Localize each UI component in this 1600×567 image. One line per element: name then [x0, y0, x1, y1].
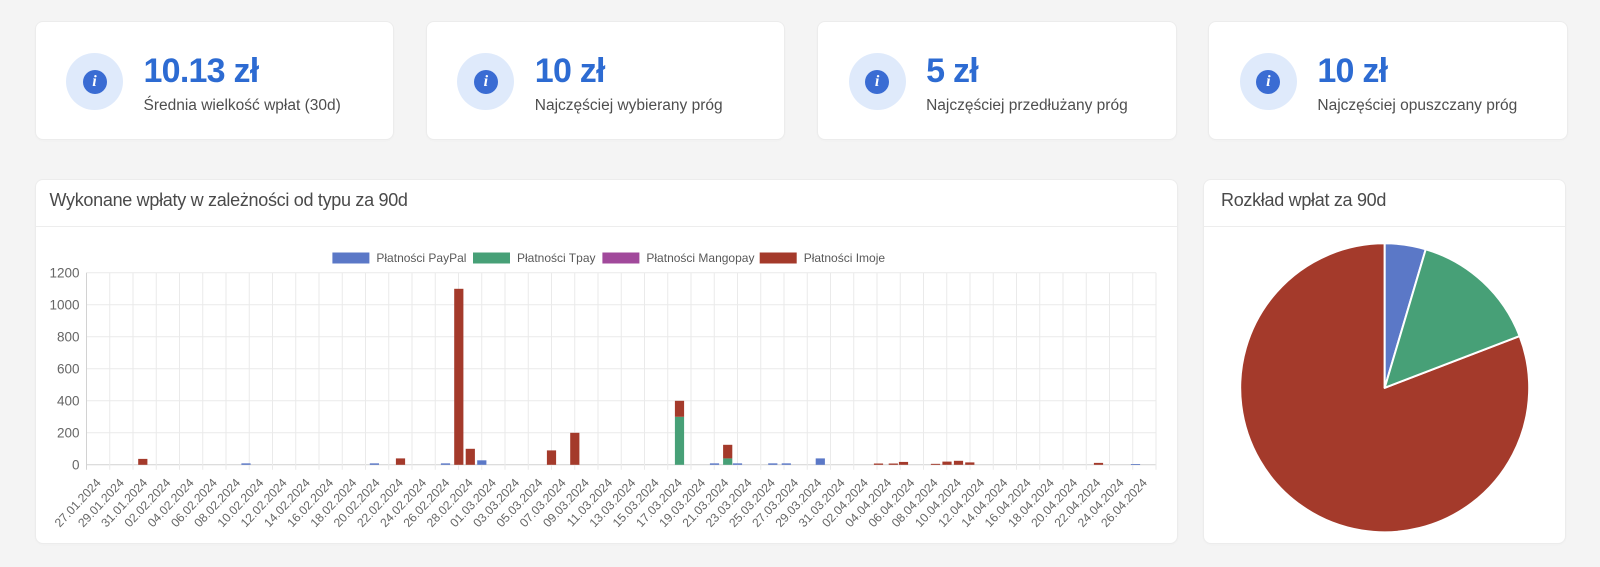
svg-text:Płatności PayPal: Płatności PayPal [376, 251, 466, 265]
svg-text:Płatności Imoje: Płatności Imoje [803, 251, 885, 265]
svg-text:Płatności Mangopay: Płatności Mangopay [646, 251, 754, 265]
svg-text:0: 0 [71, 457, 79, 472]
svg-text:Płatności Tpay: Płatności Tpay [517, 251, 596, 265]
svg-text:800: 800 [56, 329, 79, 344]
svg-text:1200: 1200 [49, 265, 79, 280]
svg-text:1000: 1000 [49, 297, 79, 312]
svg-text:400: 400 [56, 393, 79, 408]
svg-text:200: 200 [56, 425, 79, 440]
svg-text:600: 600 [56, 361, 79, 376]
